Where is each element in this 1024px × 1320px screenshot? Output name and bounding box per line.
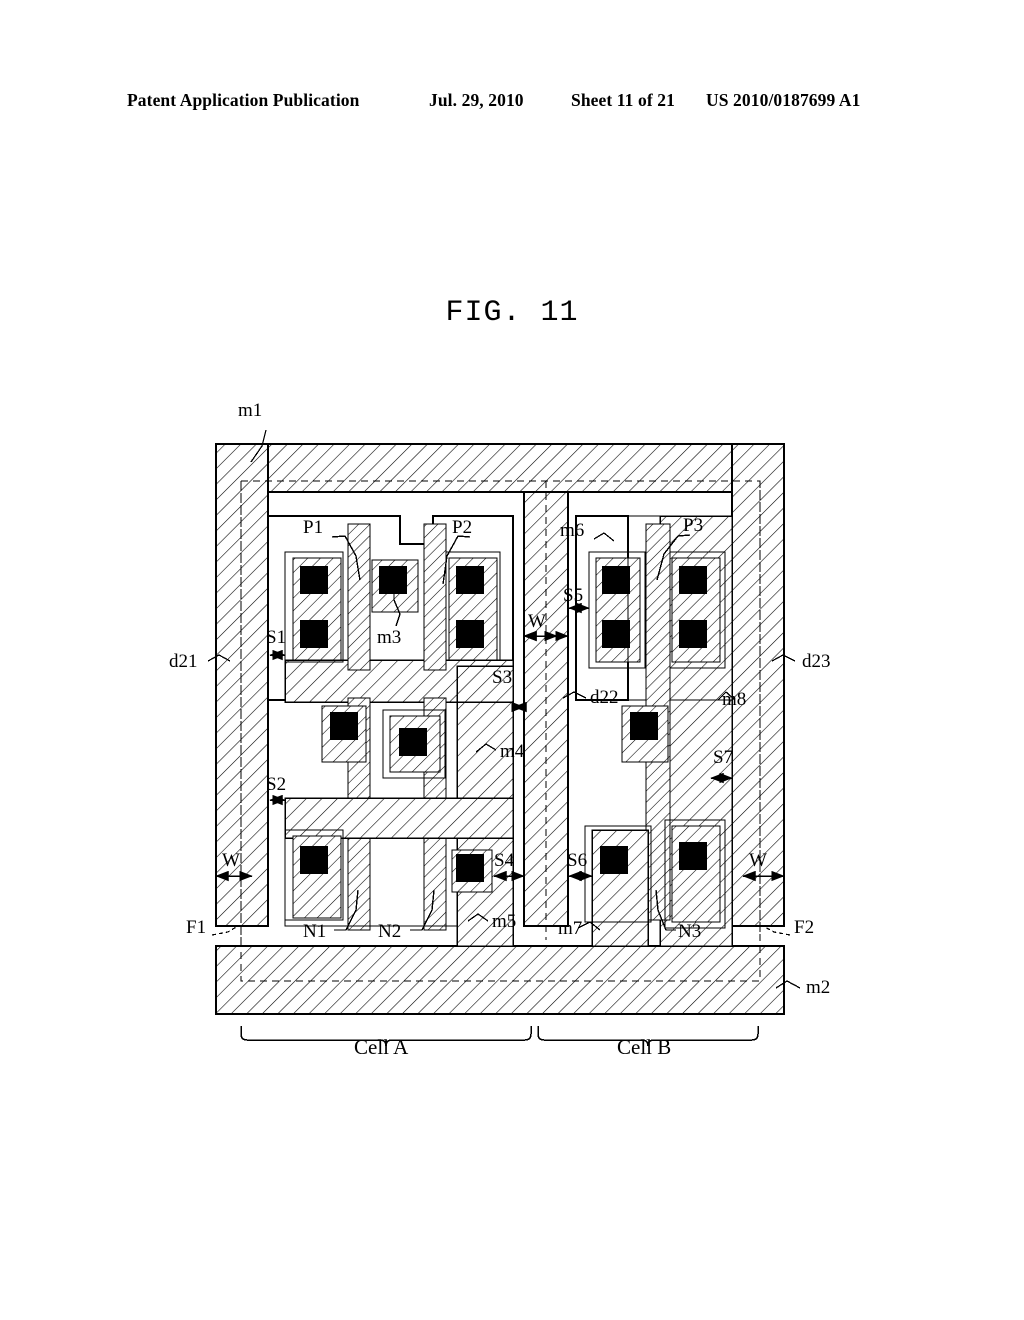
label-s1: S1 bbox=[266, 627, 287, 648]
label-m7: m7 bbox=[558, 918, 583, 939]
contact bbox=[630, 712, 658, 740]
label-m4: m4 bbox=[500, 741, 525, 762]
label-m6: m6 bbox=[560, 520, 585, 541]
active-area-n3 bbox=[671, 825, 721, 923]
label-m1: m1 bbox=[238, 400, 263, 421]
label-s3: S3 bbox=[492, 667, 513, 688]
contact bbox=[456, 620, 484, 648]
label-cell-b: Cell B bbox=[617, 1035, 672, 1059]
region-m1 bbox=[215, 443, 785, 493]
label-d23: d23 bbox=[802, 651, 831, 672]
label-f2: F2 bbox=[794, 917, 815, 938]
gate-poly-p1 bbox=[347, 523, 371, 671]
contact bbox=[679, 566, 707, 594]
label-w-left: W bbox=[222, 850, 240, 871]
contact bbox=[300, 846, 328, 874]
label-m5: m5 bbox=[492, 911, 517, 932]
contact bbox=[679, 620, 707, 648]
contact bbox=[602, 620, 630, 648]
contact bbox=[456, 854, 484, 882]
label-s6: S6 bbox=[567, 850, 588, 871]
contact bbox=[679, 842, 707, 870]
region-n-bar bbox=[284, 797, 514, 839]
label-m8: m8 bbox=[722, 689, 747, 710]
label-s5: S5 bbox=[563, 585, 584, 606]
label-n2: N2 bbox=[378, 921, 402, 942]
label-s7: S7 bbox=[713, 747, 734, 768]
contact bbox=[379, 566, 407, 594]
patent-layout-diagram bbox=[207, 429, 801, 1047]
contact bbox=[600, 846, 628, 874]
gate-poly-p2 bbox=[423, 523, 447, 671]
label-cell-a: Cell A bbox=[354, 1035, 409, 1059]
figure-drawing: m1 d21 d23 d22 m2 P1 P2 P3 m3 m4 m5 m6 m… bbox=[0, 0, 1024, 1320]
contact bbox=[330, 712, 358, 740]
label-f1: F1 bbox=[186, 917, 207, 938]
label-n1: N1 bbox=[303, 921, 327, 942]
leader-f1 bbox=[211, 925, 239, 936]
label-s4: S4 bbox=[494, 850, 515, 871]
contact bbox=[300, 566, 328, 594]
label-w-right: W bbox=[749, 850, 767, 871]
label-d21: d21 bbox=[169, 651, 198, 672]
contact bbox=[300, 620, 328, 648]
label-p3: P3 bbox=[683, 515, 704, 536]
region-m2 bbox=[215, 945, 785, 1015]
label-n3: N3 bbox=[678, 921, 702, 942]
label-m3: m3 bbox=[377, 627, 402, 648]
label-d22: d22 bbox=[590, 687, 619, 708]
label-p2: P2 bbox=[452, 517, 473, 538]
contact bbox=[399, 728, 427, 756]
contact bbox=[602, 566, 630, 594]
label-m2: m2 bbox=[806, 977, 831, 998]
contact bbox=[456, 566, 484, 594]
label-s2: S2 bbox=[266, 774, 287, 795]
leader-f2 bbox=[762, 925, 791, 936]
label-w-mid: W bbox=[528, 611, 546, 632]
label-p1: P1 bbox=[303, 517, 324, 538]
